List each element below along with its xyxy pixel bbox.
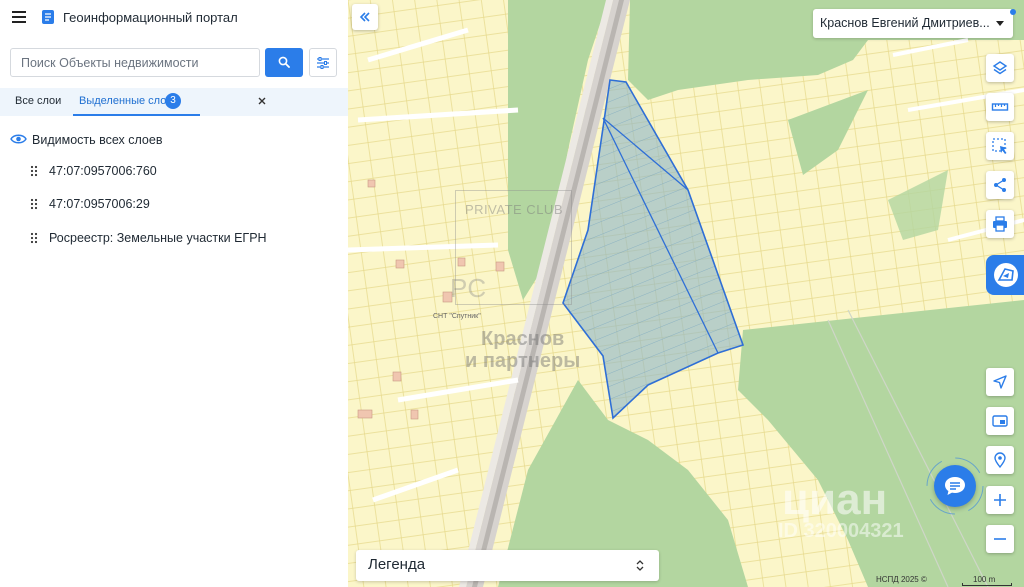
- selected-count-badge: 3: [165, 93, 181, 109]
- layer-tabs: Все слои Выделенные слои 3: [0, 88, 348, 116]
- ruler-icon: [991, 103, 1009, 111]
- navigate-button[interactable]: [986, 368, 1014, 396]
- map-canvas[interactable]: СНТ "Спутник": [348, 0, 1024, 587]
- select-area-icon: [992, 138, 1007, 154]
- eye-icon[interactable]: [10, 133, 27, 145]
- drag-grip-icon[interactable]: [30, 198, 38, 210]
- portal-logo-icon: [42, 10, 54, 24]
- drag-grip-icon[interactable]: [30, 165, 38, 177]
- legend-label: Легенда: [368, 556, 426, 573]
- location-search-icon: [994, 452, 1006, 469]
- user-menu[interactable]: Краснов Евгений Дмитриев...: [813, 9, 1013, 38]
- chat-icon: [945, 477, 965, 495]
- cadastral-tab-button[interactable]: [986, 255, 1024, 295]
- collapse-panel-button[interactable]: [352, 4, 378, 30]
- tab-all-layers[interactable]: Все слои: [15, 88, 61, 116]
- print-icon: [993, 216, 1007, 232]
- close-icon[interactable]: [257, 96, 267, 106]
- legend-dropdown[interactable]: Легенда: [356, 550, 659, 581]
- scale-bar: [962, 583, 1012, 586]
- navigate-arrow-icon: [993, 375, 1007, 389]
- panel-header: Геоинформационный портал: [0, 0, 348, 36]
- place-label: СНТ "Спутник": [433, 313, 481, 320]
- chevron-up-down-icon: [636, 560, 644, 571]
- layer-label: 47:07:0957006:760: [49, 164, 157, 178]
- chevron-down-icon: [996, 21, 1004, 26]
- layers-icon: [992, 61, 1008, 75]
- tab-selected-label: Выделенные слои: [79, 95, 173, 107]
- minimap-icon: [992, 415, 1008, 427]
- plus-icon: [994, 494, 1006, 506]
- measure-button[interactable]: [986, 93, 1014, 121]
- share-icon: [994, 178, 1006, 192]
- menu-icon[interactable]: [8, 6, 30, 28]
- layer-item[interactable]: 47:07:0957006:760: [30, 162, 330, 180]
- app-title: Геоинформационный портал: [63, 10, 238, 25]
- cadastral-map-icon: [994, 263, 1018, 287]
- search-field[interactable]: [10, 48, 260, 77]
- search-icon: [278, 56, 290, 68]
- print-button[interactable]: [986, 210, 1014, 238]
- search-input[interactable]: [11, 49, 259, 76]
- layers-panel: Геоинформационный портал Все слои Выделе…: [0, 0, 348, 587]
- notification-dot: [1010, 9, 1016, 15]
- share-button[interactable]: [986, 171, 1014, 199]
- minus-icon: [994, 538, 1006, 540]
- double-chevron-left-icon: [359, 12, 370, 22]
- user-name: Краснов Евгений Дмитриев...: [820, 16, 990, 30]
- filter-sliders-icon: [317, 57, 329, 69]
- visibility-label: Видимость всех слоев: [32, 133, 163, 147]
- search-button[interactable]: [265, 48, 303, 77]
- layer-item[interactable]: 47:07:0957006:29: [30, 195, 330, 213]
- layer-label: 47:07:0957006:29: [49, 197, 150, 211]
- zoom-out-button[interactable]: [986, 525, 1014, 553]
- map-base-layer[interactable]: СНТ "Спутник": [348, 0, 1024, 587]
- drag-grip-icon[interactable]: [30, 232, 38, 244]
- layer-item[interactable]: Росреестр: Земельные участки ЕГРН: [30, 229, 330, 247]
- layers-button[interactable]: [986, 54, 1014, 82]
- zoom-in-button[interactable]: [986, 486, 1014, 514]
- select-area-button[interactable]: [986, 132, 1014, 160]
- club-watermark-frame: [455, 190, 572, 305]
- minimap-button[interactable]: [986, 407, 1014, 435]
- location-search-button[interactable]: [986, 446, 1014, 474]
- layer-label: Росреестр: Земельные участки ЕГРН: [49, 231, 267, 245]
- filter-button[interactable]: [309, 48, 337, 77]
- tab-selected-layers[interactable]: Выделенные слои 3: [73, 88, 266, 116]
- map-attribution: НСПД 2025 ©: [876, 575, 927, 584]
- chat-button[interactable]: [934, 465, 976, 507]
